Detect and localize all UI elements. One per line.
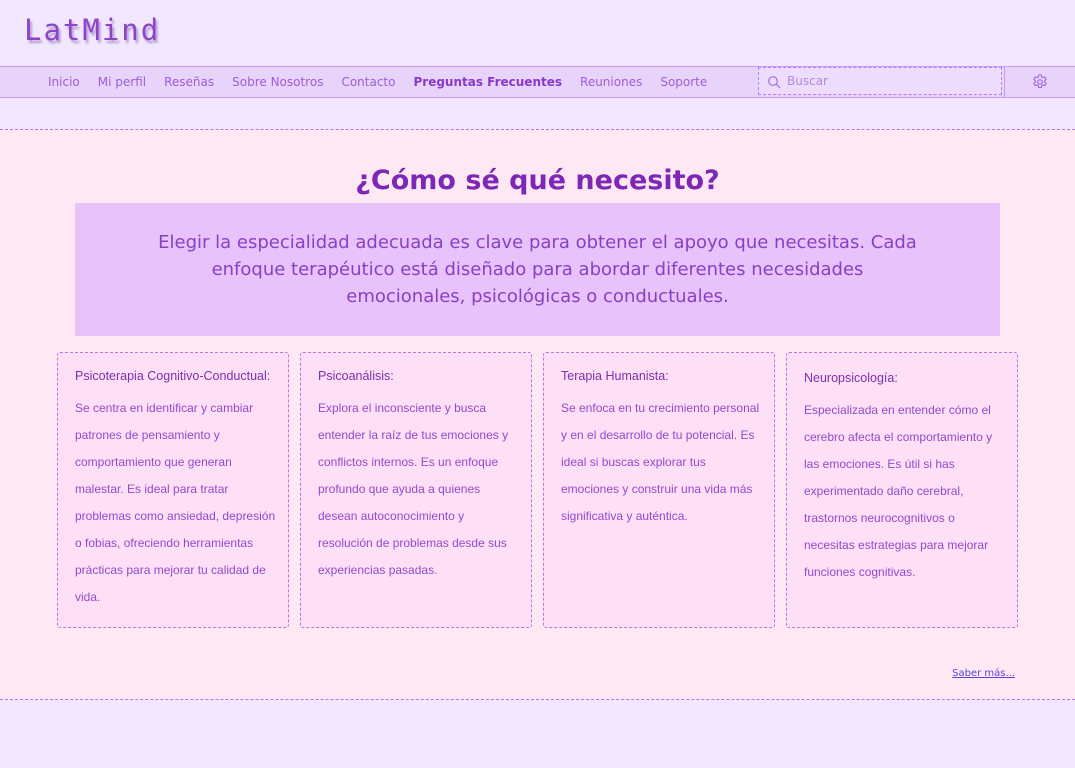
card-body: Explora el inconsciente y busca entender…: [318, 401, 509, 577]
nav-item-resenas[interactable]: Reseñas: [164, 67, 214, 97]
card-title: Terapia Humanista:: [561, 369, 669, 383]
logo[interactable]: LatMind: [24, 12, 160, 48]
nav-links: Inicio Mi perfil Reseñas Sobre Nosotros …: [48, 67, 725, 97]
nav-item-soporte[interactable]: Soporte: [660, 67, 707, 97]
card-title: Neuropsicología:: [804, 371, 898, 385]
card-title: Psicoterapia Cognitivo-Conductual:: [75, 369, 271, 383]
nav-item-preguntas-frecuentes[interactable]: Preguntas Frecuentes: [413, 67, 562, 97]
intro-text: Elegir la especialidad adecuada es clave…: [158, 232, 917, 307]
gear-icon: [1031, 73, 1049, 91]
card-body: Especializada en entender cómo el cerebr…: [804, 403, 993, 579]
nav-item-contacto[interactable]: Contacto: [341, 67, 395, 97]
main-nav: Inicio Mi perfil Reseñas Sobre Nosotros …: [0, 66, 1075, 98]
page-title: ¿Cómo sé qué necesito?: [355, 165, 720, 196]
card-body: Se enfoca en tu crecimiento personal y e…: [561, 401, 760, 523]
nav-item-mi-perfil[interactable]: Mi perfil: [98, 67, 146, 97]
search-input[interactable]: [787, 74, 987, 88]
nav-item-sobre-nosotros[interactable]: Sobre Nosotros: [232, 67, 323, 97]
nav-item-inicio[interactable]: Inicio: [48, 67, 80, 97]
card-neuropsicologia: Neuropsicología: Especializada en entend…: [786, 352, 1018, 628]
specialty-cards: Psicoterapia Cognitivo-Conductual: Se ce…: [57, 352, 1019, 628]
card-humanista: Terapia Humanista: Se enfoca en tu creci…: [543, 352, 775, 628]
card-psicoanalisis: Psicoanálisis: Explora el inconsciente y…: [300, 352, 532, 628]
card-title: Psicoanálisis:: [318, 369, 394, 383]
site-header: LatMind: [0, 0, 1075, 66]
card-body: Se centra en identificar y cambiar patro…: [75, 401, 276, 604]
nav-item-reuniones[interactable]: Reuniones: [580, 67, 642, 97]
main-area: ¿Cómo sé qué necesito? Elegir la especia…: [0, 98, 1075, 768]
card-cognitivo-conductual: Psicoterapia Cognitivo-Conductual: Se ce…: [57, 352, 289, 628]
search-box[interactable]: [758, 67, 1002, 95]
saber-mas-link[interactable]: Saber más...: [952, 668, 1015, 679]
search-icon: [767, 74, 781, 89]
settings-button[interactable]: [1004, 67, 1075, 97]
faq-section: ¿Cómo sé qué necesito? Elegir la especia…: [0, 129, 1075, 700]
intro-box: Elegir la especialidad adecuada es clave…: [75, 203, 1000, 336]
